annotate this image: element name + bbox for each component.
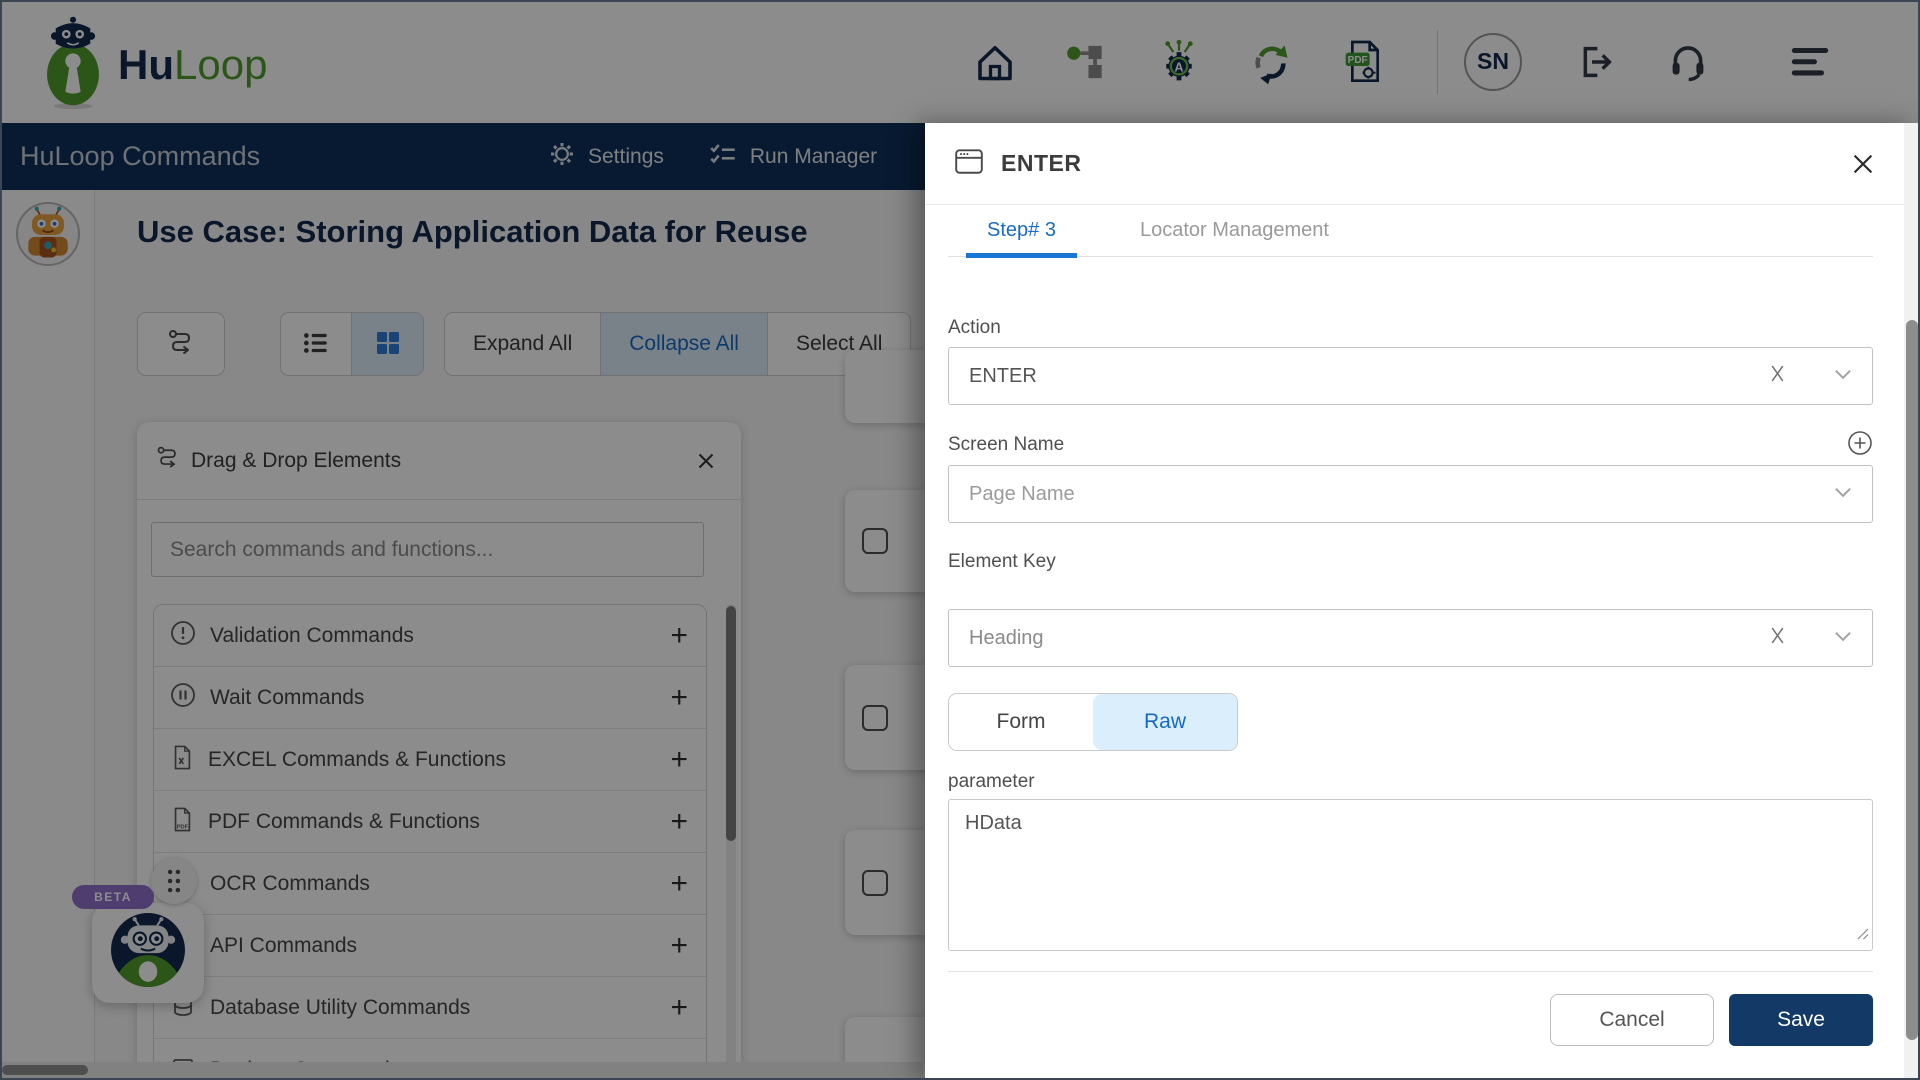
element-key-value: Heading [969, 626, 1044, 649]
enter-step-drawer: ENTER Step# 3 Locator Management Action … [925, 123, 1920, 1080]
drawer-header: ENTER [925, 123, 1920, 205]
resize-handle-icon[interactable] [1857, 927, 1869, 945]
action-select[interactable]: ENTER [948, 347, 1873, 405]
clear-icon[interactable] [1769, 626, 1786, 650]
window-icon [953, 146, 985, 181]
drawer-scrollbar-track [1904, 123, 1920, 1080]
drawer-title: ENTER [1001, 150, 1082, 176]
drawer-scrollbar-thumb[interactable] [1906, 320, 1918, 1040]
cancel-button[interactable]: Cancel [1550, 994, 1714, 1046]
element-key-label: Element Key [948, 551, 1056, 572]
raw-mode-button[interactable]: Raw [1093, 694, 1237, 750]
element-key-select[interactable]: Heading [948, 609, 1873, 667]
save-button[interactable]: Save [1729, 994, 1873, 1046]
drawer-body: Step# 3 Locator Management Action ENTER … [925, 205, 1920, 951]
close-icon[interactable] [1848, 149, 1878, 179]
drawer-footer: Cancel Save [948, 971, 1873, 1046]
clear-icon[interactable] [1769, 364, 1786, 388]
chevron-down-icon[interactable] [1834, 629, 1852, 647]
tab-step-3[interactable]: Step# 3 [966, 205, 1077, 258]
action-label: Action [948, 317, 1001, 338]
tab-locator-management[interactable]: Locator Management [1119, 205, 1350, 257]
parameter-textarea[interactable]: HData [948, 799, 1873, 951]
form-raw-toggle: Form Raw [948, 693, 1238, 751]
drawer-tabs: Step# 3 Locator Management [948, 205, 1873, 258]
parameter-label: parameter [948, 771, 1035, 792]
screen-name-label: Screen Name [948, 434, 1065, 455]
chevron-down-icon[interactable] [1834, 367, 1852, 385]
screen-name-placeholder: Page Name [969, 482, 1075, 505]
chevron-down-icon[interactable] [1834, 485, 1852, 503]
add-screen-icon[interactable] [1847, 430, 1873, 461]
huloop-app-screen: HuLoop A PDF SN HuLoop Commands Settings… [0, 0, 1920, 1080]
form-mode-button[interactable]: Form [949, 694, 1093, 750]
screen-name-select[interactable]: Page Name [948, 465, 1873, 523]
action-value: ENTER [969, 364, 1037, 387]
